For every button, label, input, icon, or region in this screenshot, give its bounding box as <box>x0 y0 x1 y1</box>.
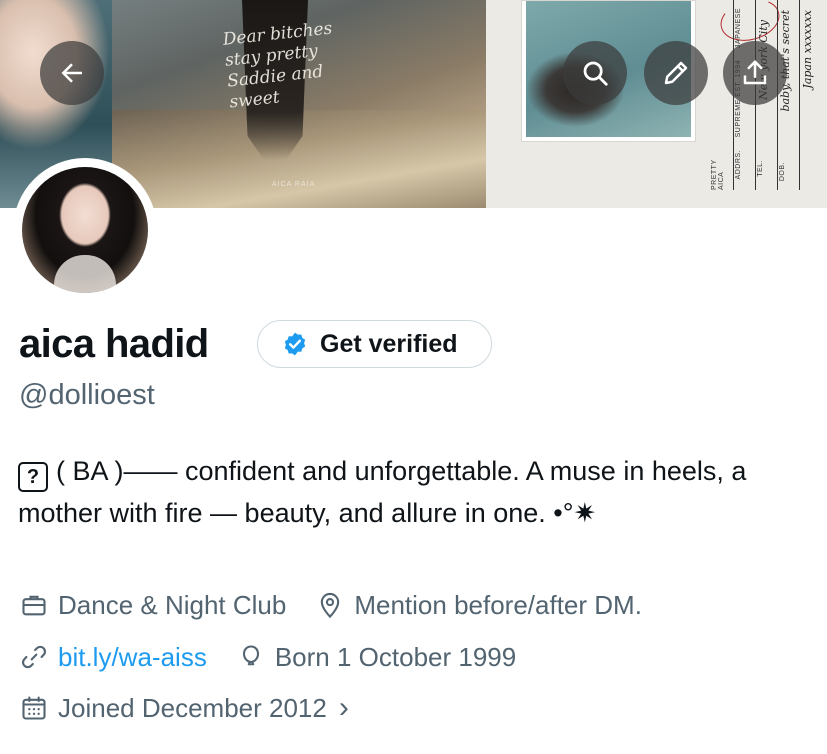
location-pin-icon <box>321 592 340 619</box>
back-button[interactable] <box>40 41 104 105</box>
profile-joined-row[interactable]: Joined December 2012 › <box>20 691 349 725</box>
profile-birthday: Born 1 October 1999 <box>274 642 517 672</box>
form-handwriting: Japan xxxxxxx <box>801 10 814 89</box>
balloon-icon <box>242 645 259 666</box>
banner-caption: AICA RAIA <box>272 181 316 188</box>
get-verified-label: Get verified <box>320 329 458 358</box>
chevron-right-icon[interactable]: › <box>339 691 349 725</box>
search-icon <box>583 61 608 86</box>
question-box-icon: ? <box>18 462 48 492</box>
profile-joined: Joined December 2012 <box>58 693 327 723</box>
form-label: TEL. <box>757 160 764 177</box>
profile-bio: ?( BA )—— confident and unforgettable. A… <box>18 450 808 534</box>
search-button[interactable] <box>563 41 627 105</box>
edit-button[interactable] <box>644 41 708 105</box>
form-label: JAPANESE <box>735 8 742 49</box>
get-verified-button[interactable]: Get verified <box>257 320 492 368</box>
share-button[interactable] <box>723 41 787 105</box>
share-icon <box>743 60 767 85</box>
banner-script-text: Dear bitches stay pretty Saddie and swee… <box>222 18 340 113</box>
calendar-icon <box>22 696 46 720</box>
profile-website-link[interactable]: bit.ly/wa-aiss <box>58 640 207 674</box>
briefcase-icon <box>22 595 46 616</box>
avatar-image <box>22 167 148 293</box>
pencil-icon <box>664 61 688 85</box>
form-label: DOB. <box>779 162 786 182</box>
link-icon <box>22 645 46 669</box>
verified-badge-icon <box>284 332 306 356</box>
profile-location: Mention before/after DM. <box>354 590 642 620</box>
profile-avatar[interactable] <box>13 158 157 302</box>
form-label: ADDRS. <box>735 150 742 180</box>
profile-category: Dance & Night Club <box>58 590 287 620</box>
profile-handle: @dollioest <box>19 379 155 411</box>
bio-text: ( BA )—— confident and unforgettable. A … <box>18 456 747 528</box>
back-arrow-icon <box>61 63 82 83</box>
profile-name: aica hadid <box>19 322 209 366</box>
form-label: PRETTY AICA <box>711 159 725 191</box>
profile-meta-row-2: bit.ly/wa-aiss Born 1 October 1999 <box>20 640 516 674</box>
profile-meta-row-1: Dance & Night Club Mention before/after … <box>20 588 642 622</box>
